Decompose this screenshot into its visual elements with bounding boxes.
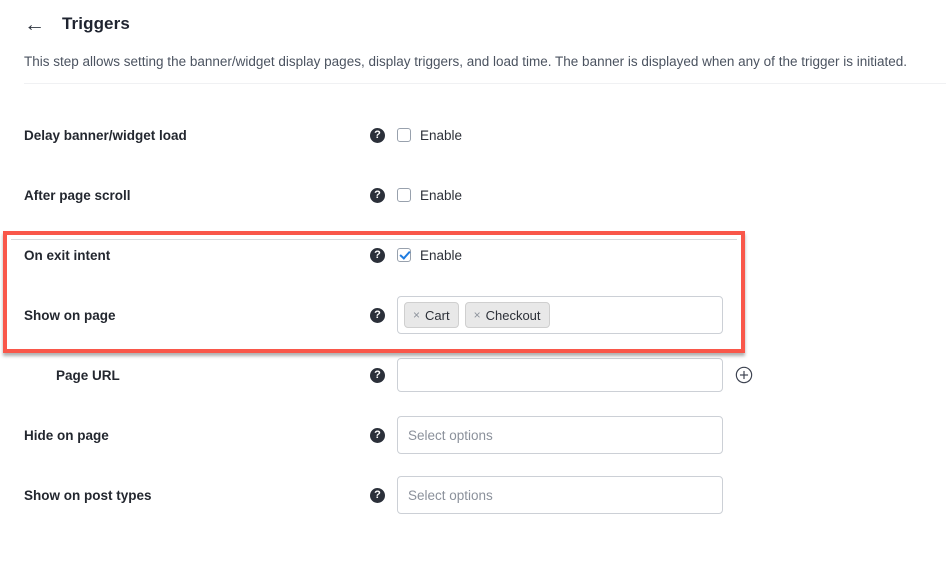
chip-label: Cart	[425, 307, 450, 323]
help-icon[interactable]: ?	[370, 307, 385, 323]
row-control: ?	[370, 358, 753, 392]
help-icon[interactable]: ?	[370, 127, 385, 143]
enable-checkbox-label: Enable	[420, 247, 463, 263]
row-label: Show on page	[24, 307, 116, 323]
row-show-on-post-types: Show on post types ? Select options	[0, 465, 946, 525]
chip-remove-icon[interactable]: ×	[474, 308, 481, 322]
enable-checkbox-label: Enable	[420, 187, 463, 203]
enable-checkbox-wrap[interactable]: Enable	[397, 188, 462, 203]
row-delay-banner-load: Delay banner/widget load ? Enable	[0, 105, 946, 165]
row-control: ? Enable	[370, 187, 462, 203]
enable-checkbox[interactable]	[397, 188, 411, 202]
row-hide-on-page: Hide on page ? Select options	[0, 405, 946, 465]
header-divider	[24, 83, 946, 84]
chip-remove-icon[interactable]: ×	[413, 308, 420, 322]
row-control: ? Enable	[370, 247, 462, 263]
enable-checkbox-label: Enable	[420, 127, 463, 143]
page-header: ← Triggers	[0, 0, 946, 40]
row-page-url: Page URL ?	[0, 345, 946, 405]
show-on-post-types-select[interactable]: Select options	[397, 476, 723, 514]
settings-rows: Delay banner/widget load ? Enable After …	[0, 105, 946, 525]
enable-checkbox-wrap[interactable]: Enable	[397, 248, 462, 263]
row-control: ? Select options	[370, 416, 723, 454]
enable-checkbox[interactable]	[397, 248, 411, 262]
help-icon[interactable]: ?	[370, 247, 385, 263]
row-label: Hide on page	[24, 427, 109, 443]
enable-checkbox-wrap[interactable]: Enable	[397, 128, 462, 143]
help-icon[interactable]: ?	[370, 187, 385, 203]
row-label: Page URL	[56, 367, 120, 383]
add-page-url-icon[interactable]	[735, 366, 753, 384]
row-on-exit-intent: On exit intent ? Enable	[0, 225, 946, 285]
row-label: On exit intent	[24, 247, 111, 263]
row-after-page-scroll: After page scroll ? Enable	[0, 165, 946, 225]
page-title: Triggers	[62, 14, 130, 33]
row-show-on-page: Show on page ? × Cart × Checkout	[0, 285, 946, 345]
chip-checkout[interactable]: × Checkout	[464, 302, 550, 328]
row-label: Show on post types	[24, 487, 152, 503]
back-arrow-icon[interactable]: ←	[24, 14, 54, 35]
show-on-page-multiselect[interactable]: × Cart × Checkout	[397, 296, 723, 334]
row-control: ? × Cart × Checkout	[370, 296, 723, 334]
row-control: ? Enable	[370, 127, 462, 143]
help-icon[interactable]: ?	[370, 487, 385, 503]
row-label: Delay banner/widget load	[24, 127, 187, 143]
row-label: After page scroll	[24, 187, 131, 203]
hide-on-page-select[interactable]: Select options	[397, 416, 723, 454]
chip-cart[interactable]: × Cart	[404, 302, 459, 328]
page-description: This step allows setting the banner/widg…	[24, 54, 908, 69]
page-url-input[interactable]	[397, 358, 723, 392]
row-control: ? Select options	[370, 476, 723, 514]
chip-label: Checkout	[485, 307, 541, 323]
help-icon[interactable]: ?	[370, 367, 385, 383]
help-icon[interactable]: ?	[370, 427, 385, 443]
enable-checkbox[interactable]	[397, 128, 411, 142]
